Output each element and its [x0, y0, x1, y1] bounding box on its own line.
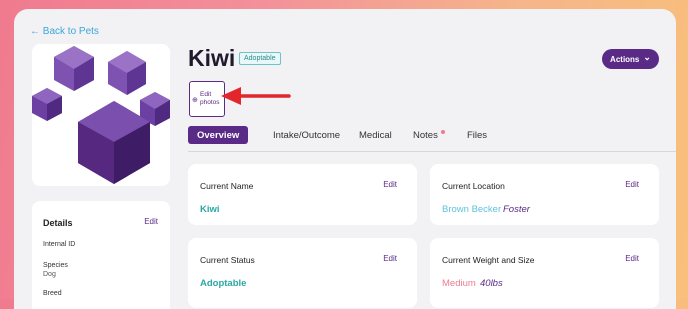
current-status-value: Adoptable — [200, 278, 247, 289]
red-arrow-annotation-icon — [221, 87, 291, 105]
main-panel: ← Back to Pets Details Edit Internal ID … — [14, 9, 676, 309]
current-weight-value: 40lbs — [480, 278, 503, 289]
tab-medical[interactable]: Medical — [359, 126, 392, 144]
current-name-card: Current Name Edit Kiwi — [188, 164, 417, 225]
species-label: Species — [43, 262, 68, 269]
tab-intake-outcome[interactable]: Intake/Outcome — [273, 126, 340, 144]
current-status-title: Current Status — [200, 255, 255, 265]
current-status-edit-link[interactable]: Edit — [383, 254, 397, 263]
paw-hexagon-logo-icon — [32, 46, 170, 184]
details-edit-link[interactable]: Edit — [144, 217, 158, 226]
current-location-card: Current Location Edit Brown Becker Foste… — [430, 164, 659, 225]
tab-files[interactable]: Files — [467, 126, 487, 144]
plus-circle-icon: ⊕ — [192, 97, 198, 104]
edit-photos-label-line1: Edit — [200, 91, 212, 98]
details-card: Details Edit Internal ID Species Dog Bre… — [32, 201, 170, 309]
current-weight-size-value: Medium — [442, 278, 476, 289]
current-weight-card: Current Weight and Size Edit Medium 40lb… — [430, 238, 659, 308]
current-location-type: Foster — [503, 204, 530, 215]
back-to-pets-link[interactable]: ← Back to Pets — [30, 26, 99, 37]
edit-photos-label-line2: photos — [200, 99, 220, 106]
current-weight-edit-link[interactable]: Edit — [625, 254, 639, 263]
tab-notes[interactable]: Notes — [413, 126, 445, 144]
tab-overview[interactable]: Overview — [188, 126, 249, 144]
breed-label: Breed — [43, 290, 62, 297]
current-location-edit-link[interactable]: Edit — [625, 180, 639, 189]
current-status-card: Current Status Edit Adoptable — [188, 238, 417, 308]
pet-photo-card — [32, 44, 170, 186]
chevron-down-icon: ⌄ — [643, 51, 651, 62]
species-value: Dog — [43, 271, 56, 278]
actions-label: Actions — [610, 54, 640, 64]
current-name-value: Kiwi — [200, 204, 220, 215]
pet-name-heading: Kiwi — [188, 45, 236, 71]
tab-bar: Overview Intake/Outcome Medical Notes Fi… — [188, 126, 676, 152]
current-name-edit-link[interactable]: Edit — [383, 180, 397, 189]
tab-notes-label: Notes — [413, 129, 438, 141]
current-location-value: Brown Becker — [442, 204, 502, 215]
notification-dot-icon — [440, 130, 445, 134]
details-title: Details — [43, 218, 73, 228]
internal-id-label: Internal ID — [43, 241, 76, 248]
current-location-title: Current Location — [442, 181, 505, 191]
current-weight-title: Current Weight and Size — [442, 255, 535, 265]
actions-button[interactable]: Actions ⌄ — [602, 49, 659, 69]
current-name-title: Current Name — [200, 181, 254, 191]
status-badge: Adoptable — [239, 52, 281, 65]
